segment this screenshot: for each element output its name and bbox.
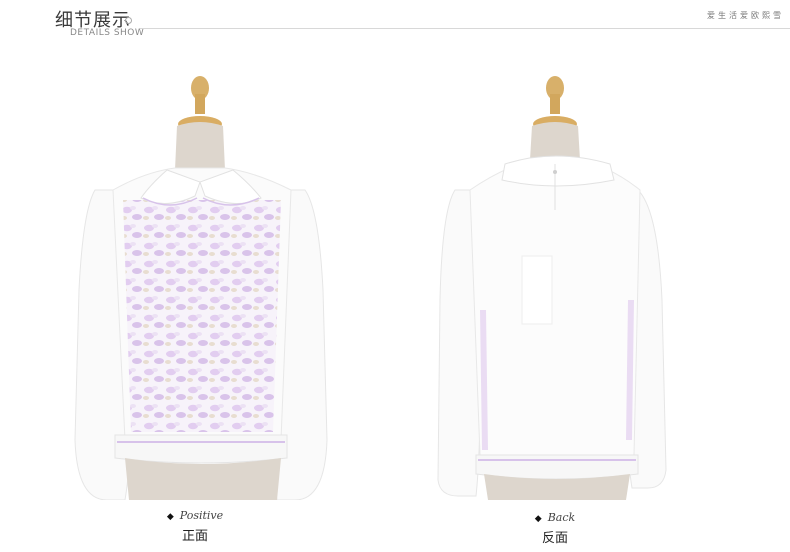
caption-front-en-wrap: ◆ Positive (167, 509, 223, 522)
product-photo-front (55, 60, 375, 500)
caption-front-en: Positive (179, 509, 224, 522)
header-divider (140, 28, 790, 29)
caption-back-en: Back (547, 511, 576, 524)
product-photo-back (410, 60, 730, 500)
diamond-bullet-icon: ◆ (166, 512, 174, 522)
caption-back-cn: 反面 (541, 531, 568, 546)
caption-back: ◆ Back 反面 (500, 506, 610, 546)
caption-back-en-wrap: ◆ Back (535, 511, 575, 524)
page-header: 细节展示 DETAILS SHOW 爱生活爱欧熙雪 (0, 0, 790, 44)
title-ornament-icon (125, 17, 132, 24)
brand-slogan: 爱生活爱欧熙雪 (707, 11, 784, 20)
section-subtitle: DETAILS SHOW (70, 28, 145, 38)
blouse-front-illustration (74, 76, 328, 500)
caption-front: ◆ Positive 正面 (140, 504, 250, 544)
blouse-back-illustration (437, 76, 667, 500)
caption-front-cn: 正面 (181, 529, 208, 544)
diamond-bullet-icon: ◆ (534, 514, 542, 524)
